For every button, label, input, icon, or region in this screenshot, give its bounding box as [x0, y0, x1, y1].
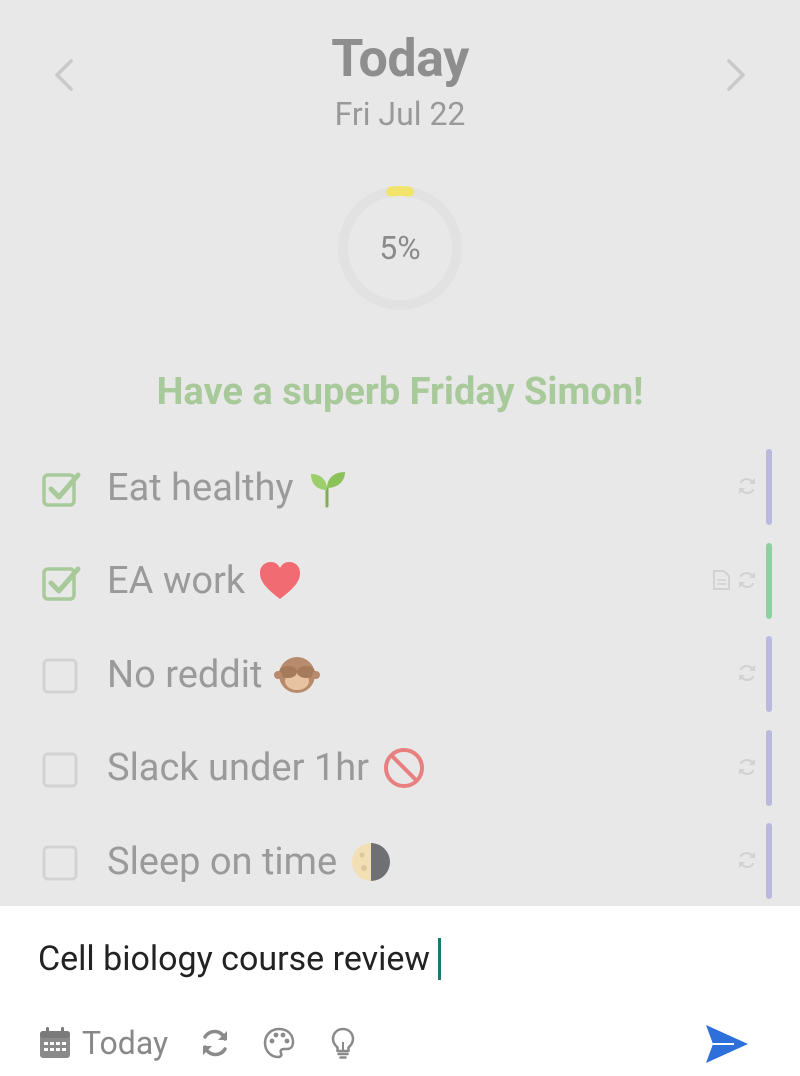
- task-row[interactable]: EA work: [0, 535, 800, 629]
- repeat-icon: [203, 1029, 228, 1057]
- repeat-icon: [736, 569, 758, 595]
- progress-label: 5%: [379, 229, 421, 267]
- repeat-icon: [736, 662, 758, 688]
- task-meta-icons: [710, 569, 758, 595]
- task-color-bar: [766, 729, 772, 806]
- task-meta-icons: [736, 475, 758, 501]
- chevron-right-icon[interactable]: [715, 55, 755, 95]
- task-title: Slack under 1hr: [107, 746, 370, 791]
- task-color-bar: [766, 542, 772, 619]
- heart-icon: [257, 559, 303, 603]
- checkbox-checked[interactable]: [42, 469, 81, 507]
- task-list: Eat healthy EA work No reddit Slack under 1…: [0, 441, 800, 909]
- checkbox-unchecked[interactable]: [42, 750, 78, 787]
- task-label: EA work: [107, 535, 303, 629]
- color-button[interactable]: [262, 1026, 296, 1060]
- task-color-bar: [766, 636, 772, 712]
- page-title: Today: [331, 28, 469, 89]
- checkbox-unchecked[interactable]: [42, 656, 78, 694]
- task-row[interactable]: Sleep on time: [0, 815, 800, 909]
- see-no-evil-monkey-icon: [274, 653, 321, 697]
- task-meta-icons: [736, 662, 758, 688]
- task-color-bar: [766, 449, 772, 525]
- seedling-icon: [305, 466, 349, 510]
- greeting: Have a superb Friday Simon!: [156, 370, 644, 414]
- task-label: Sleep on time: [107, 815, 393, 909]
- task-title: Eat healthy: [107, 465, 294, 510]
- task-row[interactable]: Slack under 1hr: [0, 722, 800, 816]
- page-date: Fri Jul 22: [334, 95, 466, 133]
- note-icon: [710, 569, 732, 595]
- task-title: No reddit: [107, 652, 263, 697]
- send-icon: [706, 1025, 748, 1063]
- repeat-icon: [736, 849, 758, 875]
- due-date-label: Today: [82, 1024, 169, 1062]
- calendar-icon: [40, 1027, 70, 1058]
- repeat-button[interactable]: [198, 1026, 232, 1060]
- task-meta-icons: [736, 849, 758, 875]
- task-row[interactable]: Eat healthy: [0, 441, 800, 535]
- text-cursor: [437, 938, 441, 980]
- checkbox-checked[interactable]: [42, 563, 81, 601]
- header: Today Fri Jul 22: [0, 0, 800, 140]
- checkbox-unchecked[interactable]: [42, 843, 78, 881]
- task-meta-icons: [736, 756, 758, 782]
- send-button[interactable]: [704, 1023, 750, 1065]
- repeat-icon: [736, 475, 758, 501]
- repeat-icon: [736, 756, 758, 782]
- new-task-text: Cell biology course review: [38, 939, 430, 979]
- composer-toolbar: Today: [38, 1018, 390, 1068]
- task-title: EA work: [107, 559, 246, 604]
- task-label: No reddit: [107, 628, 321, 722]
- task-label: Eat healthy: [107, 441, 349, 535]
- palette-icon: [263, 1027, 295, 1059]
- new-task-input[interactable]: Cell biology course review: [38, 934, 441, 984]
- prohibited-icon: [381, 745, 427, 791]
- task-row[interactable]: No reddit: [0, 628, 800, 722]
- task-label: Slack under 1hr: [107, 722, 427, 816]
- task-title: Sleep on time: [107, 839, 338, 884]
- task-color-bar: [766, 823, 772, 899]
- progress-ring: 5%: [335, 183, 465, 313]
- lightbulb-icon: [331, 1027, 355, 1059]
- moon-icon: [349, 840, 393, 884]
- task-composer: Cell biology course review Today: [0, 906, 800, 1076]
- due-date-button[interactable]: Today: [38, 1024, 168, 1062]
- idea-button[interactable]: [326, 1026, 360, 1060]
